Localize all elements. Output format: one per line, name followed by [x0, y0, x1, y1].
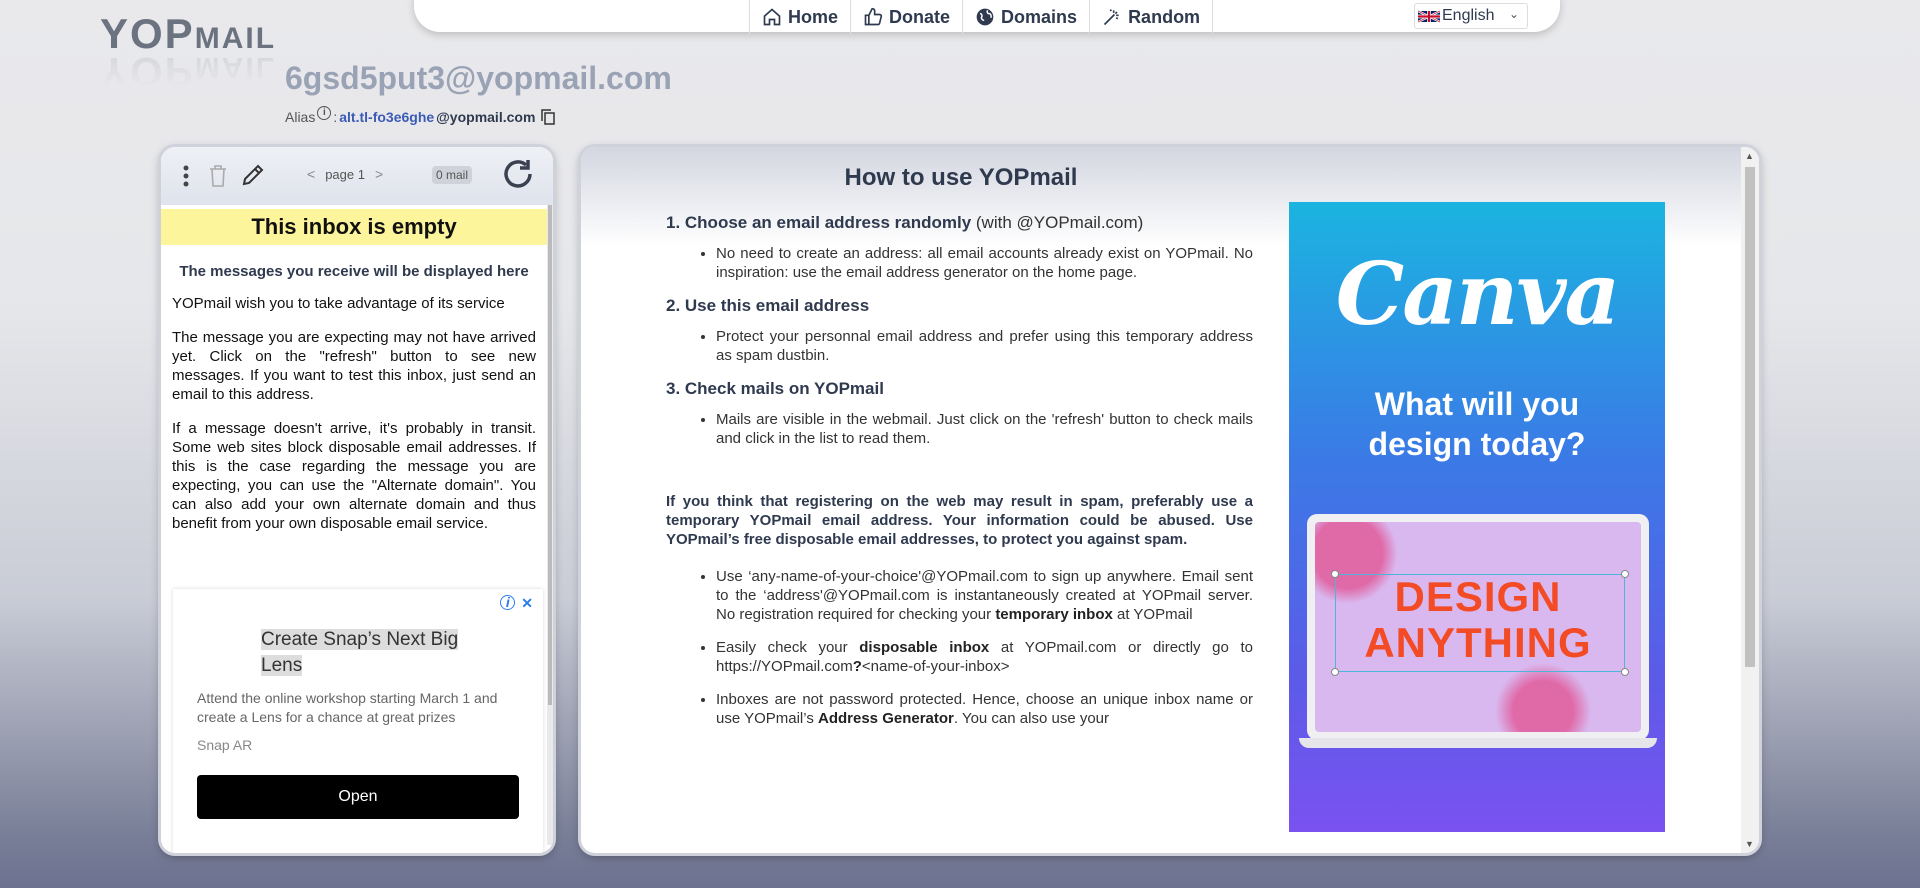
ad-open-button[interactable]: Open: [197, 775, 519, 819]
spam-warning: If you think that registering on the web…: [666, 493, 1253, 548]
refresh-icon[interactable]: [501, 157, 535, 191]
alias-name[interactable]: alt.tl-fo3e6ghe: [339, 109, 434, 125]
howto-step-2: 2. Use this email address: [666, 296, 870, 315]
howto-step-1: 1. Choose an email address randomly (wit…: [666, 213, 1144, 232]
home-icon: [763, 8, 781, 26]
info-icon[interactable]: i: [317, 106, 332, 120]
pagination: < page 1 >: [307, 166, 383, 182]
inbox-lead: The messages you receive will be display…: [179, 263, 529, 280]
language-label: English: [1442, 7, 1495, 24]
globe-icon: [976, 8, 994, 26]
alias-row: Alias i : alt.tl-fo3e6ghe @yopmail.com: [285, 106, 556, 125]
inbox-panel: < page 1 > 0 mail This inbox is empty Th…: [161, 147, 553, 853]
magic-wand-icon: [1103, 9, 1119, 26]
language-select[interactable]: English ⌄: [1414, 3, 1528, 29]
mail-count-badge: 0 mail: [432, 166, 473, 184]
thumbs-up-icon: [864, 7, 883, 26]
nav-donate[interactable]: Donate: [851, 0, 964, 34]
ad-brand: Snap AR: [197, 737, 253, 753]
ad-info-icon[interactable]: i: [500, 595, 516, 610]
canva-tagline: What will you design today?: [1368, 386, 1586, 462]
main-nav: Home Donate Domains Random: [749, 0, 1214, 34]
inbox-paragraph: If a message doesn't arrive, it's probab…: [172, 420, 536, 532]
ad-description: Attend the online workshop starting Marc…: [197, 690, 498, 725]
nav-donate-label: Donate: [889, 6, 951, 27]
inbox-paragraph: YOPmail wish you to take advantage of it…: [172, 295, 505, 312]
tip-item: Easily check your disposable inbox at YO…: [716, 638, 1253, 676]
current-email-address: 6gsd5put3@yopmail.com: [285, 60, 672, 96]
howto-step-3-item: Mails are visible in the webmail. Just c…: [716, 410, 1253, 448]
ad-close-icon[interactable]: ✕: [521, 595, 533, 612]
trash-icon[interactable]: [209, 165, 227, 187]
pencil-icon[interactable]: [241, 163, 265, 187]
chevron-left-icon[interactable]: <: [307, 166, 315, 182]
more-options-icon[interactable]: [183, 165, 189, 187]
inbox-scrollbar[interactable]: [547, 205, 553, 845]
ad-title[interactable]: Create Snap’s Next Big Lens: [261, 627, 491, 679]
scroll-down-icon[interactable]: ▼: [1745, 839, 1754, 849]
inbox-paragraph: The message you are expecting may not ha…: [172, 329, 536, 403]
inbox-toolbar: < page 1 > 0 mail: [161, 147, 553, 205]
laptop-illustration: DESIGN ANYTHING: [1307, 514, 1649, 740]
inbox-empty-help: The messages you receive will be display…: [161, 262, 553, 533]
nav-home[interactable]: Home: [750, 0, 852, 34]
canva-logo: Canva: [1335, 244, 1620, 345]
ad-choices[interactable]: i ✕: [500, 595, 533, 612]
alias-domain: @yopmail.com: [436, 109, 536, 125]
inbox-empty-banner: This inbox is empty: [161, 209, 547, 245]
snap-ad[interactable]: i ✕ Create Snap’s Next Big Lens Attend t…: [173, 589, 543, 853]
tip-item: Inboxes are not password protected. Henc…: [716, 690, 1253, 728]
howto-step-3: 3. Check mails on YOPmail: [666, 379, 884, 398]
uk-flag-icon: [1418, 9, 1440, 23]
nav-random[interactable]: Random: [1090, 0, 1214, 34]
mail-view-panel: How to use YOPmail 1. Choose an email ad…: [581, 147, 1759, 853]
scroll-up-icon[interactable]: ▲: [1745, 151, 1754, 161]
canva-ad[interactable]: Canva What will you design today? DESIGN…: [1289, 202, 1665, 832]
nav-random-label: Random: [1128, 6, 1201, 27]
nav-domains[interactable]: Domains: [963, 0, 1091, 34]
content-scrollbar[interactable]: ▲ ▼: [1741, 147, 1759, 853]
copy-icon[interactable]: [541, 109, 556, 125]
page-label: page 1: [325, 166, 365, 182]
alias-label: Alias: [285, 109, 316, 125]
logo-reflection: YOPMAIL: [100, 49, 277, 96]
nav-domains-label: Domains: [1001, 6, 1078, 27]
alias-separator: :: [333, 109, 338, 125]
nav-home-label: Home: [788, 6, 839, 27]
howto-step-2-item: Protect your personnal email address and…: [716, 327, 1253, 365]
laptop-base: [1299, 738, 1657, 748]
chevron-down-icon: ⌄: [1508, 7, 1519, 21]
design-anything-text: DESIGN ANYTHING: [1364, 573, 1592, 666]
howto-title: How to use YOPmail: [844, 164, 1078, 191]
howto-content: 1. Choose an email address randomly (wit…: [666, 213, 1253, 742]
tip-item: Use ‘any-name-of-your-choice'@YOPmail.co…: [716, 567, 1253, 624]
chevron-right-icon[interactable]: >: [375, 166, 383, 182]
howto-step-1-item: No need to create an address: all email …: [716, 244, 1253, 282]
